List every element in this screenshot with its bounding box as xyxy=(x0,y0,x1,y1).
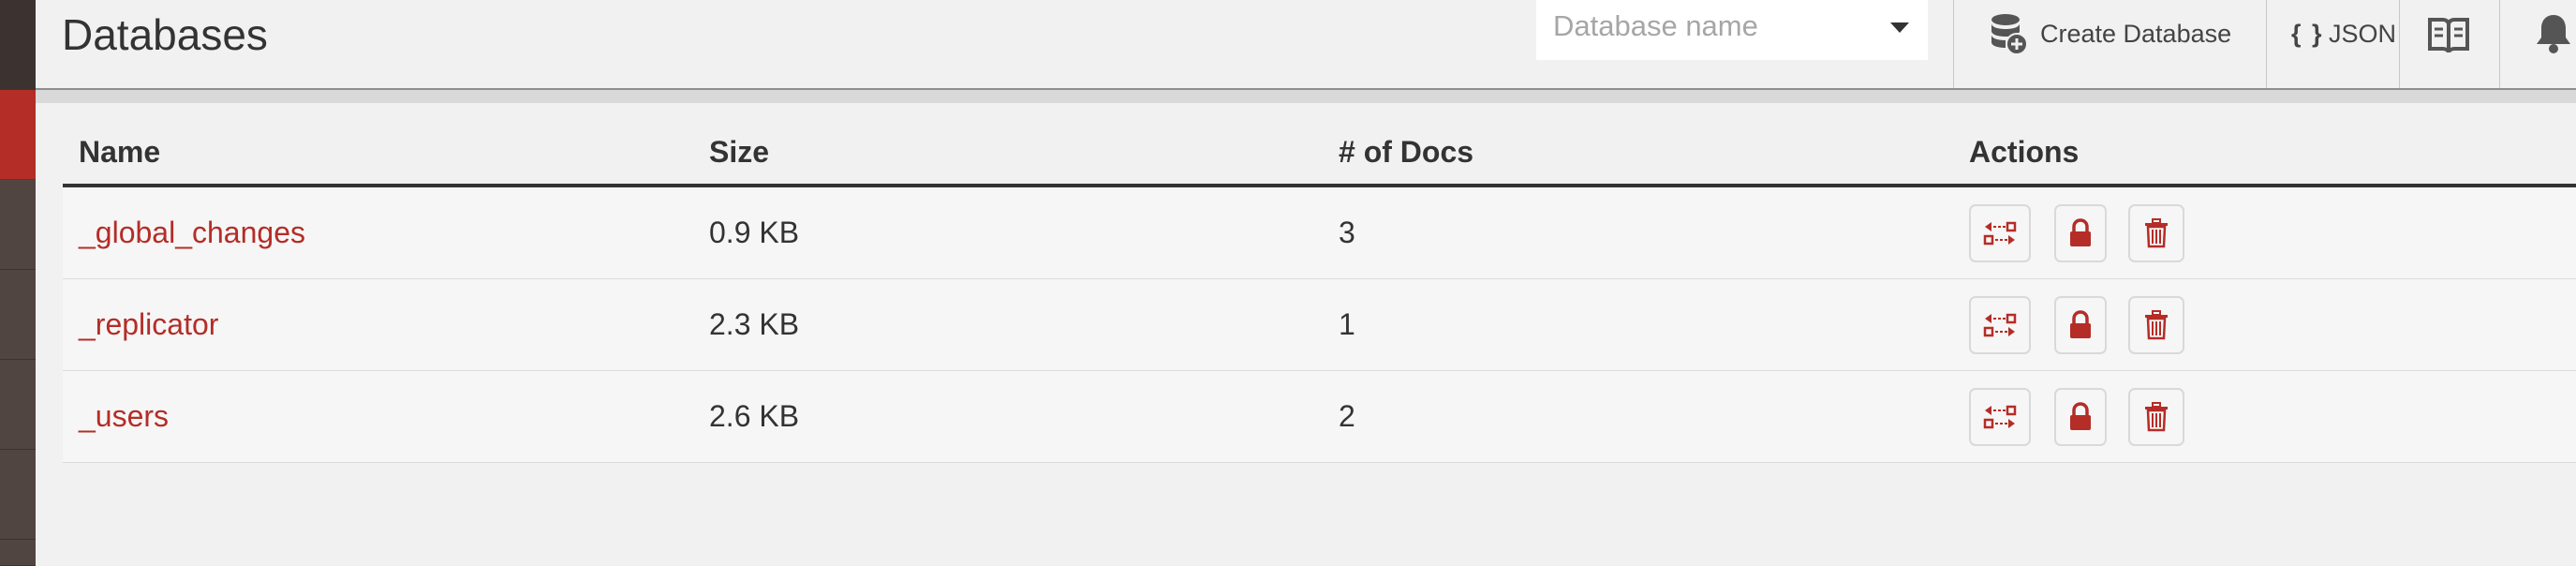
header-bar: Databases Database name Create Database … xyxy=(36,0,2576,90)
column-header-actions: Actions xyxy=(1969,135,2080,169)
table-row: _global_changes 0.9 KB 3 xyxy=(63,187,2576,279)
database-size: 0.9 KB xyxy=(709,216,800,249)
delete-button[interactable] xyxy=(2128,296,2184,354)
create-database-button[interactable]: Create Database xyxy=(1953,0,2266,88)
table-row: _users 2.6 KB 2 xyxy=(63,371,2576,463)
database-name-link[interactable]: _global_changes xyxy=(79,216,305,250)
replicate-icon xyxy=(1983,221,2017,246)
notifications-button[interactable] xyxy=(2499,0,2576,88)
app-window: Databases Database name Create Database … xyxy=(0,0,2576,566)
sidebar-logo xyxy=(0,0,36,90)
permissions-button[interactable] xyxy=(2054,388,2107,446)
column-header-name[interactable]: Name xyxy=(79,135,160,170)
replicate-button[interactable] xyxy=(1969,388,2031,446)
table-row: _replicator 2.3 KB 1 xyxy=(63,279,2576,371)
delete-button[interactable] xyxy=(2128,204,2184,262)
database-size: 2.6 KB xyxy=(709,399,800,433)
sidebar-item[interactable] xyxy=(0,450,36,540)
trash-icon xyxy=(2145,402,2168,432)
databases-table: Name Size # of Docs Actions _global_chan… xyxy=(63,103,2576,463)
database-doc-count: 1 xyxy=(1339,307,1355,341)
sidebar-item[interactable] xyxy=(0,360,36,450)
replicate-icon xyxy=(1983,405,2017,429)
create-database-label: Create Database xyxy=(2040,20,2232,48)
trash-icon xyxy=(2145,310,2168,340)
replicate-button[interactable] xyxy=(1969,296,2031,354)
lock-icon xyxy=(2070,402,2091,430)
database-name-select[interactable]: Database name xyxy=(1536,0,1928,60)
database-doc-count: 2 xyxy=(1339,399,1355,433)
database-size: 2.3 KB xyxy=(709,307,800,341)
column-header-docs[interactable]: # of Docs xyxy=(1339,135,1473,170)
sidebar-item[interactable] xyxy=(0,180,36,270)
docs-button[interactable] xyxy=(2399,0,2499,88)
sidebar-item-databases[interactable] xyxy=(0,90,36,180)
database-name-placeholder: Database name xyxy=(1553,9,1758,42)
lock-icon xyxy=(2070,310,2091,338)
header-divider xyxy=(36,90,2576,103)
replicate-icon xyxy=(1983,313,2017,337)
database-doc-count: 3 xyxy=(1339,216,1355,249)
column-header-size[interactable]: Size xyxy=(709,135,769,170)
trash-icon xyxy=(2145,218,2168,248)
database-plus-icon xyxy=(1991,14,2028,55)
json-button[interactable]: { } JSON xyxy=(2266,0,2399,88)
sidebar-item[interactable] xyxy=(0,270,36,360)
replicate-button[interactable] xyxy=(1969,204,2031,262)
lock-icon xyxy=(2070,218,2091,246)
page-title: Databases xyxy=(62,10,268,59)
permissions-button[interactable] xyxy=(2054,204,2107,262)
permissions-button[interactable] xyxy=(2054,296,2107,354)
book-icon xyxy=(2428,18,2469,53)
json-label: JSON xyxy=(2329,20,2397,48)
braces-icon: { } xyxy=(2291,20,2324,48)
sidebar-item[interactable] xyxy=(0,540,36,566)
sidebar xyxy=(0,0,36,566)
delete-button[interactable] xyxy=(2128,388,2184,446)
bell-icon xyxy=(2537,15,2570,53)
database-name-link[interactable]: _replicator xyxy=(79,307,218,342)
chevron-down-icon xyxy=(1890,22,1909,33)
database-name-link[interactable]: _users xyxy=(79,399,169,434)
table-header: Name Size # of Docs Actions xyxy=(63,103,2576,187)
